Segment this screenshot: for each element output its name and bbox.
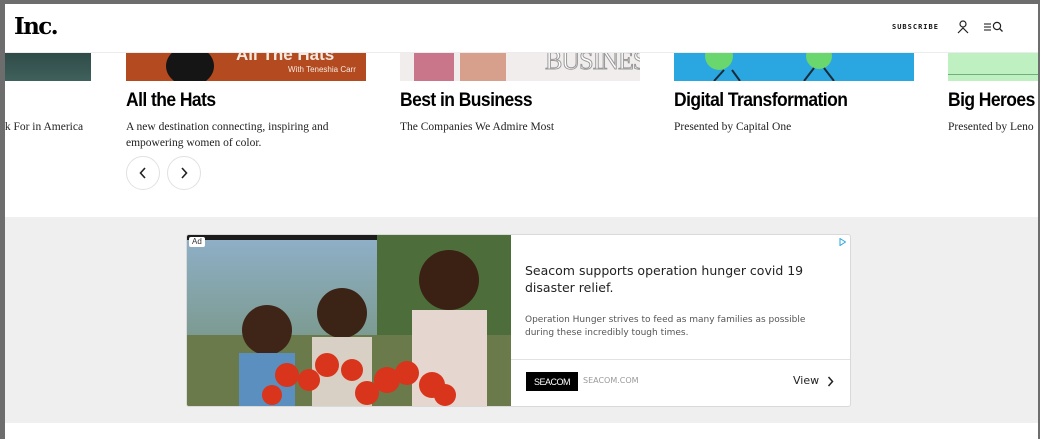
- card-description: rk For in America: [5, 121, 84, 133]
- thumbnail-illustration: [705, 52, 835, 81]
- subscribe-link[interactable]: SUBSCRIBE: [892, 23, 939, 31]
- adchoices-icon[interactable]: [839, 238, 846, 246]
- ad-view-button[interactable]: View: [793, 374, 819, 387]
- carousel-prev-button[interactable]: [126, 156, 160, 190]
- card-description: A new destination connecting, inspiring …: [126, 121, 329, 149]
- chevron-right-icon[interactable]: [827, 376, 834, 387]
- ad-body-text: Operation Hunger strives to feed as many…: [525, 315, 806, 338]
- thumbnail-subtitle-text: With Teneshia Carr: [288, 65, 356, 74]
- card-title[interactable]: Digital Transformation: [674, 90, 848, 112]
- thumbnail-line: [948, 74, 1038, 75]
- thumbnail-person: [414, 52, 454, 81]
- chevron-right-icon: [181, 167, 188, 179]
- ad-section: Ad Seacom supports operation hunger covi…: [5, 217, 1038, 423]
- card-thumbnail: [674, 52, 914, 81]
- card-thumbnail: BUSINESS: [400, 52, 640, 81]
- card-description: Presented by Leno: [948, 121, 1034, 133]
- card-thumbnail: [5, 52, 91, 81]
- advertiser-logo[interactable]: SEACOM: [526, 372, 578, 391]
- card-description: The Companies We Admire Most: [400, 121, 555, 133]
- card-description: Presented by Capital One: [674, 121, 792, 133]
- ad-divider: [511, 359, 850, 360]
- card-thumbnail: All The Hats With Teneshia Carr: [126, 52, 366, 81]
- card-title[interactable]: Big Heroes: [948, 90, 1035, 112]
- user-icon[interactable]: [957, 20, 969, 34]
- card-title[interactable]: All the Hats: [126, 90, 216, 112]
- carousel-next-button[interactable]: [167, 156, 201, 190]
- card-thumbnail: [948, 52, 1038, 81]
- features-carousel: rk For in America All The Hats With Tene…: [5, 52, 1038, 217]
- card-title[interactable]: Best in Business: [400, 90, 533, 112]
- inc-logo[interactable]: Inc.: [14, 13, 59, 40]
- chevron-left-icon: [139, 167, 146, 179]
- browser-viewport: Inc. SUBSCRIBE rk For in America All The…: [5, 4, 1038, 439]
- ad-domain: SEACOM.COM: [583, 376, 639, 385]
- ad-image[interactable]: [187, 235, 511, 406]
- thumbnail-person: [460, 52, 506, 81]
- next-section: [5, 423, 1038, 439]
- thumbnail-title-text: All The Hats: [236, 52, 335, 64]
- site-header: Inc. SUBSCRIBE: [5, 4, 1038, 53]
- thumbnail-portrait: [166, 52, 214, 81]
- thumbnail-title-text: BUSINESS: [545, 52, 640, 76]
- display-ad[interactable]: Ad Seacom supports operation hunger covi…: [186, 234, 851, 407]
- menu-search-icon[interactable]: [984, 21, 1004, 33]
- ad-badge: Ad: [189, 237, 205, 247]
- ad-headline[interactable]: Seacom supports operation hunger covid 1…: [525, 262, 825, 296]
